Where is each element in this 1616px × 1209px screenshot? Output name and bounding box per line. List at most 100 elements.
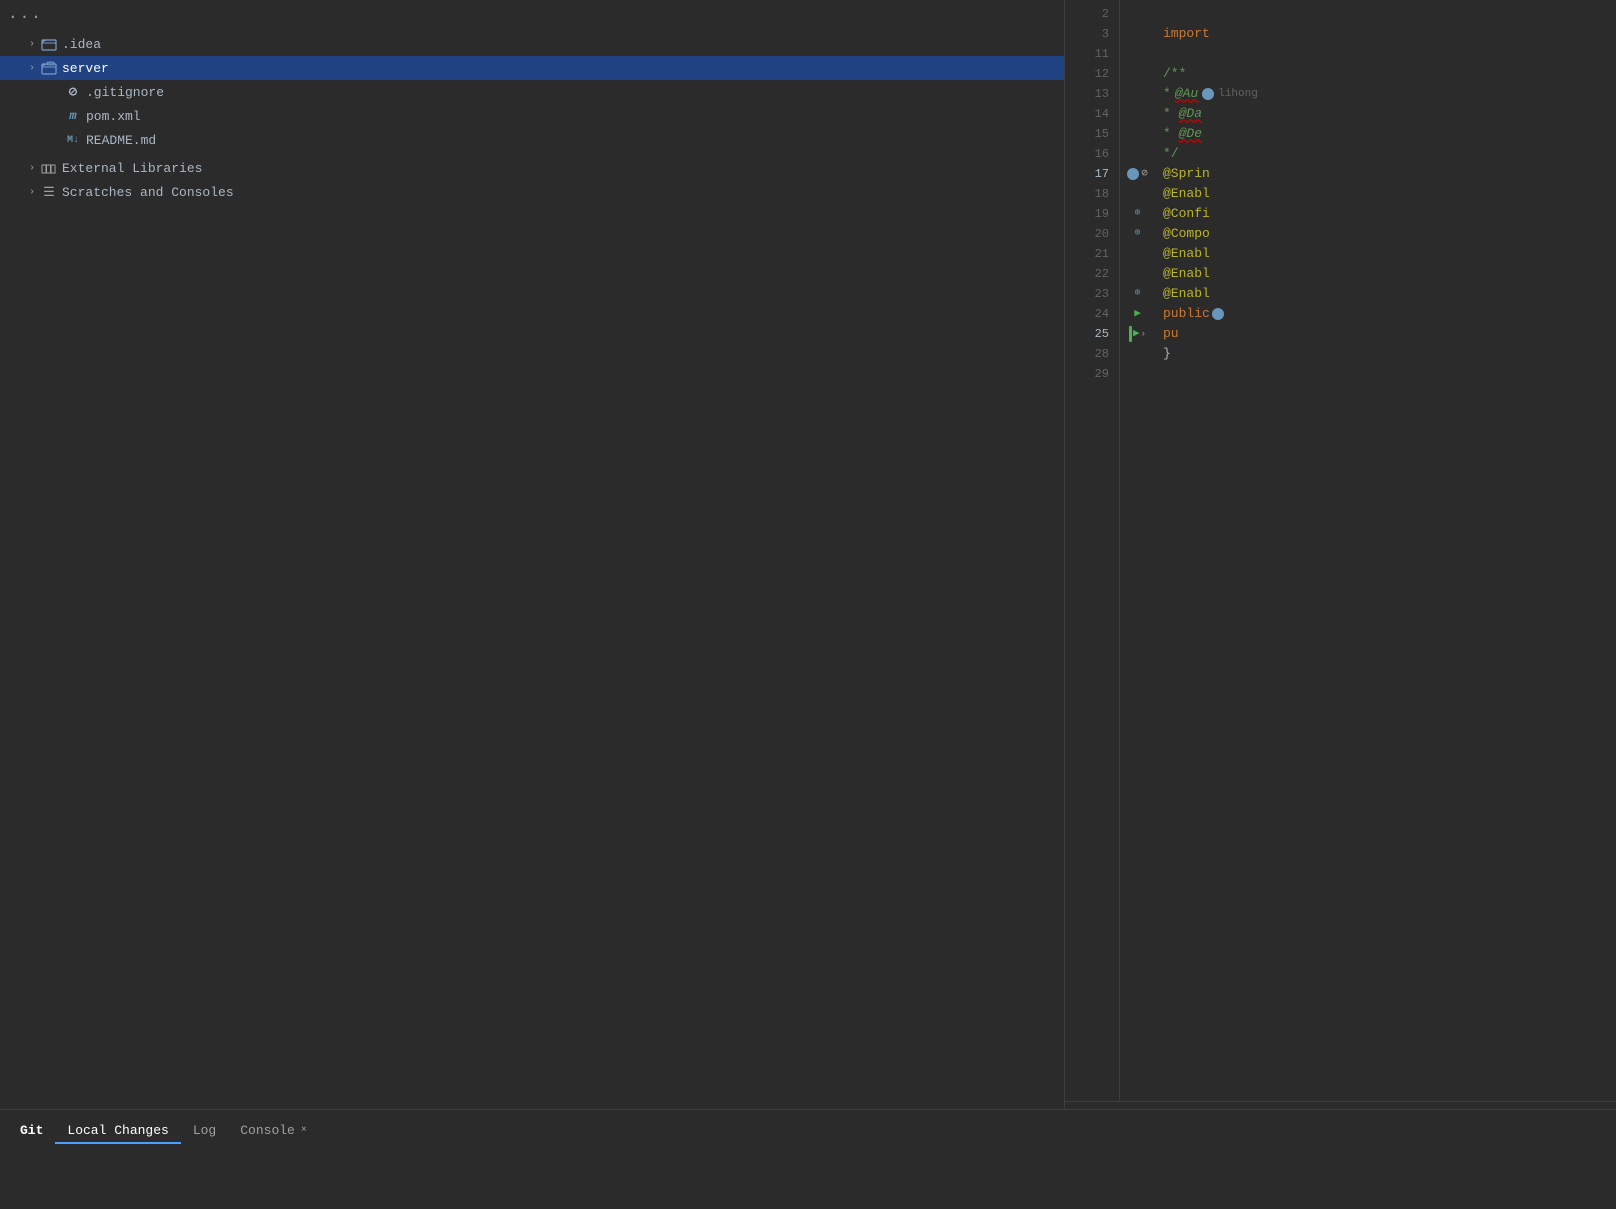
code-line-16: */ (1163, 144, 1608, 164)
editor-panel: 2 3 11 12 13 14 15 16 17 18 19 20 21 22 … (1065, 0, 1616, 1109)
tree-item-scratches-label: Scratches and Consoles (62, 185, 234, 200)
code-line-14: * @Da (1163, 104, 1608, 124)
line-num-18: 18 (1065, 184, 1119, 204)
line-num-19: 19 (1065, 204, 1119, 224)
javadoc-line-14: * (1163, 106, 1179, 121)
javadoc-line-15: * (1163, 126, 1179, 141)
code-line-15: * @De (1163, 124, 1608, 144)
line-num-23: 23 (1065, 284, 1119, 304)
scratches-icon: ☰ (40, 183, 58, 201)
gutter-11 (1120, 44, 1155, 64)
code-line-25: pu (1163, 324, 1608, 344)
gutter-13 (1120, 84, 1155, 104)
public-keyword: public (1163, 304, 1210, 324)
code-line-28: } (1163, 344, 1608, 364)
code-line-23: @Enabl (1163, 284, 1608, 304)
green-bar (1129, 326, 1132, 342)
gutter-20[interactable]: ⊕ (1120, 224, 1155, 244)
gutter-22 (1120, 264, 1155, 284)
gutter: ⊘ ⊕ ⊕ ⊕ ▶ (1120, 0, 1155, 1101)
tree-item-idea[interactable]: › .idea (0, 32, 1064, 56)
server-folder-icon (40, 59, 58, 77)
chevron-right-icon-ext: › (24, 160, 40, 176)
tab-git-label: Git (20, 1123, 43, 1138)
line-num-11: 11 (1065, 44, 1119, 64)
gutter-14 (1120, 104, 1155, 124)
tab-console-label: Console (240, 1123, 295, 1138)
annotation-23: @Enabl (1163, 286, 1210, 301)
tab-console[interactable]: Console × (228, 1116, 319, 1146)
code-line-11 (1163, 44, 1608, 64)
annotation-17: @Sprin (1163, 164, 1210, 184)
stop-icon: ⊘ (1141, 164, 1148, 184)
tree-item-server-label: server (62, 61, 109, 76)
tree-item-gitignore-label: .gitignore (86, 85, 164, 100)
gutter-24[interactable]: ▶ (1120, 304, 1155, 324)
sidebar-menu-button[interactable]: ··· (8, 8, 43, 26)
tab-console-close[interactable]: × (301, 1125, 307, 1136)
chevron-right-icon-scratch: › (24, 184, 40, 200)
code-line-17: @Sprin (1163, 164, 1608, 184)
gutter-12 (1120, 64, 1155, 84)
tab-log-label: Log (193, 1123, 216, 1138)
tree-item-external-libs[interactable]: › External Libraries (0, 156, 1064, 180)
tree-item-scratches[interactable]: › ☰ Scratches and Consoles (0, 180, 1064, 204)
line-num-22: 22 (1065, 264, 1119, 284)
javadoc-start: /** (1163, 66, 1186, 81)
javadoc-end: */ (1163, 146, 1179, 161)
main-area: ··· › .idea › (0, 0, 1616, 1109)
horizontal-scrollbar[interactable] (1065, 1101, 1616, 1109)
tree-item-readme[interactable]: › M↓ README.md (0, 128, 1064, 152)
line-num-25: 25 (1065, 324, 1119, 344)
import-keyword: import (1163, 26, 1210, 41)
tree-item-server[interactable]: › server (0, 56, 1064, 80)
gutter-19[interactable]: ⊕ (1120, 204, 1155, 224)
line-num-29: 29 (1065, 364, 1119, 384)
pom-icon: m (64, 107, 82, 125)
author-inline-badge (1202, 88, 1214, 100)
folder-icon (40, 35, 58, 53)
line-num-13: 13 (1065, 84, 1119, 104)
code-area: import /** * @Au lihong * @D (1155, 0, 1616, 1101)
tree-item-external-libs-label: External Libraries (62, 161, 202, 176)
author-avatar (1127, 168, 1139, 180)
editor-content: 2 3 11 12 13 14 15 16 17 18 19 20 21 22 … (1065, 0, 1616, 1101)
line-num-24: 24 (1065, 304, 1119, 324)
close-brace: } (1163, 346, 1171, 361)
line-num-16: 16 (1065, 144, 1119, 164)
line-num-2: 2 (1065, 4, 1119, 24)
author-name-inline: lihong (1218, 84, 1258, 104)
tab-panel-content (0, 1146, 1616, 1209)
line-num-14: 14 (1065, 104, 1119, 124)
code-line-22: @Enabl (1163, 264, 1608, 284)
search-gutter-icon-23: ⊕ (1134, 284, 1140, 304)
line-numbers: 2 3 11 12 13 14 15 16 17 18 19 20 21 22 … (1065, 0, 1120, 1101)
javadoc-tag-15: @De (1179, 126, 1202, 141)
line-num-17: 17 (1065, 164, 1119, 184)
gutter-25[interactable]: ▶ › (1120, 324, 1155, 344)
tab-local-changes-label: Local Changes (67, 1123, 168, 1138)
tree-item-idea-label: .idea (62, 37, 101, 52)
line-num-20: 20 (1065, 224, 1119, 244)
tab-local-changes[interactable]: Local Changes (55, 1116, 180, 1146)
code-line-24: public (1163, 304, 1608, 324)
code-line-29 (1163, 364, 1608, 384)
tab-log[interactable]: Log (181, 1116, 228, 1146)
code-line-25-text: pu (1163, 326, 1179, 341)
code-line-18: @Enabl (1163, 184, 1608, 204)
chevron-right-icon-server: › (24, 60, 40, 76)
annotation-22: @Enabl (1163, 266, 1210, 281)
tree-item-pom-label: pom.xml (86, 109, 141, 124)
gutter-23[interactable]: ⊕ (1120, 284, 1155, 304)
file-tree: › .idea › (0, 0, 1064, 1109)
tree-item-pom[interactable]: › m pom.xml (0, 104, 1064, 128)
annotation-18: @Enabl (1163, 186, 1210, 201)
gutter-18 (1120, 184, 1155, 204)
file-tree-panel: ··· › .idea › (0, 0, 1065, 1109)
gutter-3 (1120, 24, 1155, 44)
code-line-20: @Compo (1163, 224, 1608, 244)
javadoc-tag-14: @Da (1179, 106, 1202, 121)
tab-git[interactable]: Git (8, 1116, 55, 1146)
gutter-17[interactable]: ⊘ (1120, 164, 1155, 184)
tree-item-gitignore[interactable]: › ⊘ .gitignore (0, 80, 1064, 104)
